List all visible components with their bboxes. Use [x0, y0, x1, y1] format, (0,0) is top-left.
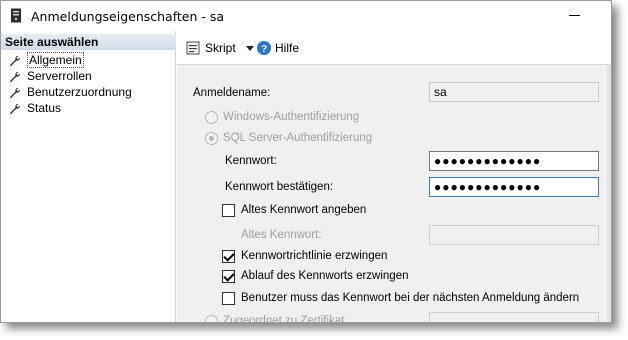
sidebar-item-label: Benutzerzuordnung	[27, 85, 132, 99]
old-password-checkbox-label: Altes Kennwort angeben	[241, 204, 367, 216]
login-name-field[interactable]: sa	[429, 82, 599, 102]
certificate-radio[interactable]	[205, 315, 218, 322]
sidebar-item-label: Status	[27, 101, 62, 115]
windows-auth-radio[interactable]	[205, 111, 218, 124]
password-field[interactable]: ●●●●●●●●●●●●●	[429, 151, 599, 171]
enforce-policy-checkbox[interactable]	[222, 250, 235, 263]
login-properties-window: Anmeldungseigenschaften - sa Seite auswä…	[0, 0, 612, 323]
script-label: Skript	[205, 41, 236, 55]
vertical-scrollbar[interactable]	[607, 65, 611, 322]
must-change-checkbox[interactable]	[222, 292, 235, 305]
enforce-policy-label: Kennwortrichtlinie erzwingen	[241, 250, 388, 262]
title-bar: Anmeldungseigenschaften - sa	[1, 1, 611, 31]
sidebar-item-label: Allgemein	[27, 52, 84, 68]
page-selector: Seite auswählen Allgemein Serverrollen B…	[1, 31, 176, 322]
server-icon	[11, 8, 21, 23]
confirm-password-label: Kennwort bestätigen:	[225, 181, 334, 193]
chevron-down-icon[interactable]	[245, 45, 254, 51]
sql-auth-label: SQL Server-Authentifizierung	[223, 132, 373, 144]
wrench-icon	[9, 103, 21, 115]
svg-text:?: ?	[261, 44, 267, 55]
wrench-icon	[9, 87, 21, 99]
help-label: Hilfe	[275, 41, 300, 55]
certificate-field[interactable]	[429, 312, 599, 322]
sql-auth-radio[interactable]	[205, 132, 218, 145]
toolbar: Skript ? Hilfe	[177, 31, 611, 65]
enforce-expiration-checkbox[interactable]	[222, 270, 235, 283]
sidebar-item-allgemein[interactable]: Allgemein	[9, 52, 84, 68]
script-icon	[186, 41, 200, 55]
minimize-button[interactable]	[569, 15, 580, 16]
help-button[interactable]: ? Hilfe	[257, 41, 299, 55]
wrench-icon	[9, 55, 21, 67]
script-button[interactable]: Skript	[186, 41, 254, 55]
must-change-label: Benutzer muss das Kennwort bei der nächs…	[241, 292, 580, 304]
help-icon: ?	[257, 41, 271, 55]
sidebar-header: Seite auswählen	[1, 34, 176, 50]
wrench-icon	[9, 71, 21, 83]
sidebar-item-status[interactable]: Status	[9, 100, 61, 116]
sidebar-item-benutzerzuordnung[interactable]: Benutzerzuordnung	[9, 84, 132, 100]
enforce-expiration-label: Ablauf des Kennworts erzwingen	[241, 270, 409, 282]
old-password-label: Altes Kennwort:	[241, 229, 322, 241]
window-title: Anmeldungseigenschaften - sa	[31, 9, 225, 24]
login-name-label: Anmeldename:	[193, 87, 271, 99]
certificate-label: Zugeordnet zu Zertifikat	[223, 315, 345, 323]
general-page: Skript ? Hilfe Anmeldename: sa Windows-A…	[177, 31, 611, 323]
password-label: Kennwort:	[225, 155, 277, 167]
old-password-field[interactable]	[429, 225, 599, 245]
windows-auth-label: Windows-Authentifizierung	[223, 111, 360, 123]
sidebar-item-label: Serverrollen	[27, 69, 92, 83]
sidebar-item-serverrollen[interactable]: Serverrollen	[9, 68, 92, 84]
confirm-password-field[interactable]: ●●●●●●●●●●●●●	[429, 177, 599, 197]
old-password-checkbox[interactable]	[222, 204, 235, 217]
